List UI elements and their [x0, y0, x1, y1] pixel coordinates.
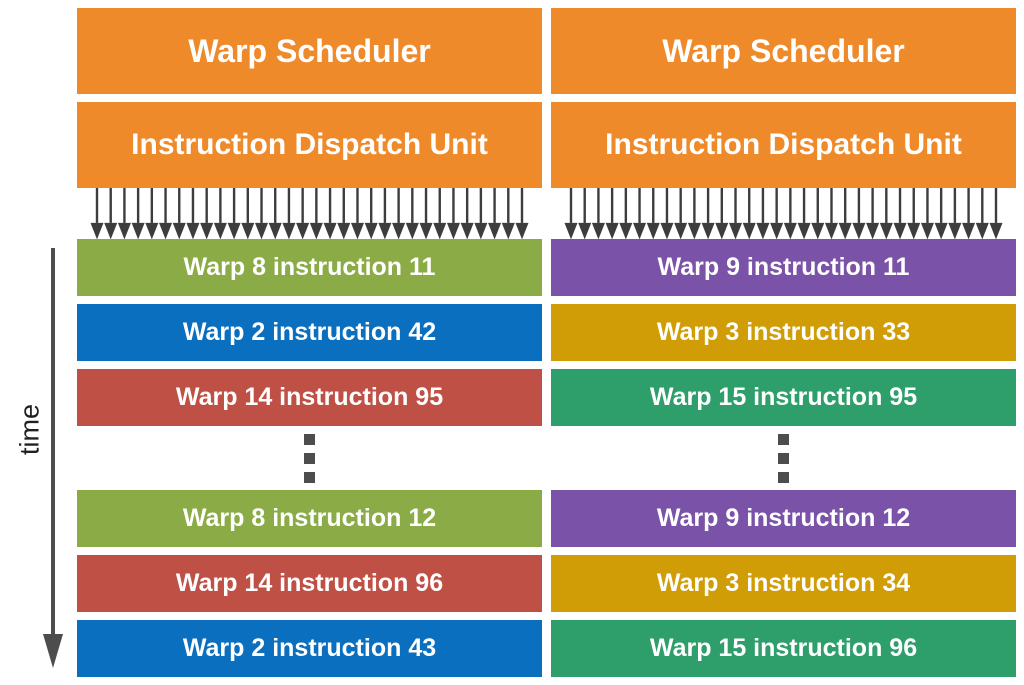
warp-instruction-row: Warp 3 instruction 34 [551, 555, 1016, 613]
instruction-rows-bottom-right: Warp 9 instruction 12 Warp 3 instruction… [551, 490, 1016, 678]
scheduler-column-right: Warp Scheduler Instruction Dispatch Unit… [551, 8, 1016, 678]
ellipsis-dot-icon [778, 452, 789, 464]
ellipsis-dot-icon [778, 433, 789, 445]
warp-instruction-label: Warp 14 instruction 96 [175, 569, 444, 598]
warp-instruction-row: Warp 14 instruction 95 [77, 369, 542, 427]
warp-instruction-label: Warp 3 instruction 33 [656, 318, 911, 347]
instruction-rows-top-left: Warp 8 instruction 11 Warp 2 instruction… [77, 239, 542, 427]
warp-instruction-row: Warp 2 instruction 43 [77, 620, 542, 678]
warp-instruction-row: Warp 15 instruction 95 [551, 369, 1016, 427]
warp-instruction-row: Warp 2 instruction 42 [77, 304, 542, 362]
ellipsis-dot-icon [304, 471, 315, 483]
warp-instruction-label: Warp 3 instruction 34 [656, 569, 911, 598]
warp-scheduler-box-left: Warp Scheduler [77, 8, 542, 95]
warp-instruction-label: Warp 15 instruction 95 [649, 383, 918, 412]
ellipsis-dot-icon [304, 433, 315, 445]
warp-instruction-row: Warp 8 instruction 12 [77, 490, 542, 548]
warp-instruction-label: Warp 8 instruction 11 [183, 253, 436, 282]
time-axis: time [8, 248, 76, 668]
warp-instruction-label: Warp 2 instruction 42 [182, 318, 437, 347]
warp-instruction-label: Warp 15 instruction 96 [649, 634, 918, 663]
time-axis-label: time [14, 404, 45, 456]
warp-instruction-label: Warp 2 instruction 43 [182, 634, 437, 663]
vertical-ellipsis-right [551, 426, 1016, 490]
warp-scheduler-box-right: Warp Scheduler [551, 8, 1016, 95]
dispatch-fanout-arrows-right [564, 187, 1003, 240]
scheduler-columns: Warp Scheduler Instruction Dispatch Unit… [77, 8, 1016, 678]
warp-instruction-label: Warp 9 instruction 11 [657, 253, 910, 282]
warp-instruction-row: Warp 14 instruction 96 [77, 555, 542, 613]
ellipsis-dot-icon [778, 471, 789, 483]
warp-instruction-row: Warp 8 instruction 11 [77, 239, 542, 297]
warp-instruction-label: Warp 9 instruction 12 [656, 504, 911, 533]
warp-scheduler-diagram: time Warp Scheduler Instruction Dispatch… [0, 0, 1024, 685]
warp-instruction-label: Warp 14 instruction 95 [175, 383, 444, 412]
warp-instruction-row: Warp 15 instruction 96 [551, 620, 1016, 678]
instruction-rows-bottom-left: Warp 8 instruction 12 Warp 14 instructio… [77, 490, 542, 678]
warp-instruction-label: Warp 8 instruction 12 [182, 504, 437, 533]
dispatch-fanout-arrows-left [90, 187, 529, 240]
ellipsis-dot-icon [304, 452, 315, 464]
instruction-dispatch-unit-box-left: Instruction Dispatch Unit [77, 102, 542, 188]
instruction-dispatch-unit-box-right: Instruction Dispatch Unit [551, 102, 1016, 188]
warp-instruction-row: Warp 9 instruction 12 [551, 490, 1016, 548]
instruction-rows-top-right: Warp 9 instruction 11 Warp 3 instruction… [551, 239, 1016, 427]
time-down-arrow-icon [43, 248, 63, 668]
warp-instruction-row: Warp 3 instruction 33 [551, 304, 1016, 362]
warp-instruction-row: Warp 9 instruction 11 [551, 239, 1016, 297]
vertical-ellipsis-left [77, 426, 542, 490]
scheduler-column-left: Warp Scheduler Instruction Dispatch Unit… [77, 8, 542, 678]
